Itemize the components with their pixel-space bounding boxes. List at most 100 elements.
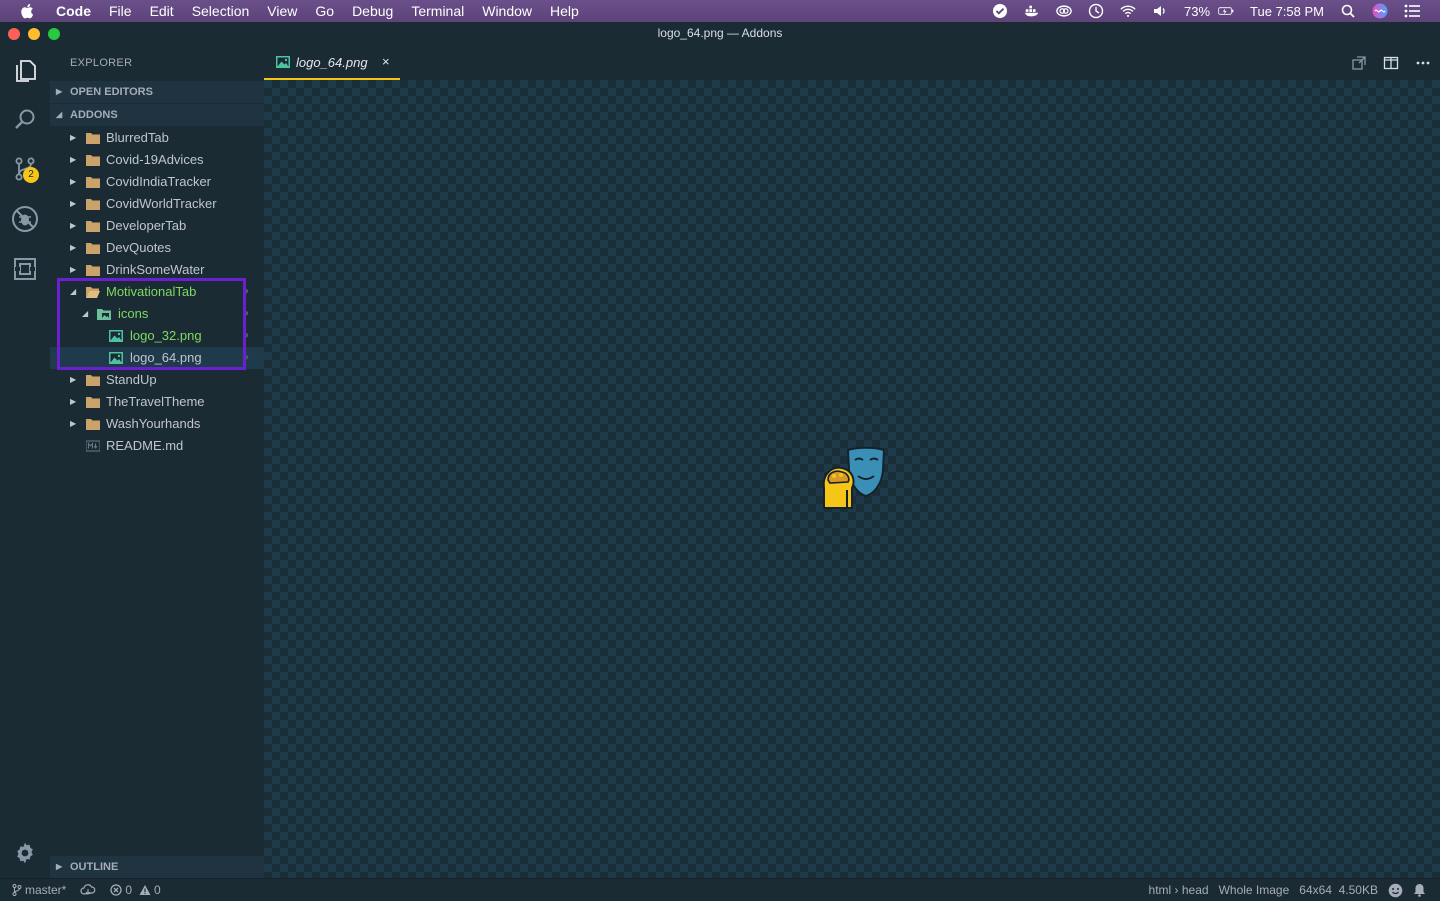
split-editor-icon bbox=[1383, 56, 1399, 70]
minimize-window-button[interactable] bbox=[28, 28, 40, 40]
checkmark-status-icon[interactable] bbox=[992, 3, 1008, 19]
tree-folder-covidindiatracker[interactable]: ▶ CovidIndiaTracker bbox=[50, 171, 264, 193]
more-actions-button[interactable] bbox=[1414, 54, 1432, 72]
zoom-window-button[interactable] bbox=[48, 28, 60, 40]
tree-item-label: StandUp bbox=[106, 372, 157, 387]
menu-help[interactable]: Help bbox=[541, 0, 588, 22]
tree-folder-devquotes[interactable]: ▶ DevQuotes bbox=[50, 237, 264, 259]
tab-logo-64[interactable]: logo_64.png × bbox=[264, 45, 400, 80]
menu-app-code[interactable]: Code bbox=[47, 0, 100, 22]
chevron-right-icon: ▶ bbox=[56, 862, 63, 871]
split-editor-button[interactable] bbox=[1382, 54, 1400, 72]
chevron-right-icon: ▶ bbox=[70, 419, 77, 428]
sync-changes-button[interactable] bbox=[80, 884, 96, 896]
tree-folder-thetraveltheme[interactable]: ▶ TheTravelTheme bbox=[50, 391, 264, 413]
open-editors-section[interactable]: ▶ OPEN EDITORS bbox=[50, 81, 264, 103]
tree-item-label: CovidIndiaTracker bbox=[106, 174, 212, 189]
ellipsis-icon bbox=[1416, 61, 1430, 65]
warning-icon bbox=[139, 885, 151, 895]
tree-folder-standup[interactable]: ▶ StandUp bbox=[50, 369, 264, 391]
volume-icon[interactable] bbox=[1152, 3, 1168, 19]
git-branch-icon bbox=[12, 884, 22, 896]
activity-explorer[interactable] bbox=[0, 47, 50, 95]
search-icon bbox=[15, 109, 35, 129]
files-icon bbox=[16, 60, 36, 82]
folder-icon bbox=[86, 155, 100, 166]
menu-selection[interactable]: Selection bbox=[183, 0, 259, 22]
activity-source-control[interactable]: 2 bbox=[0, 145, 50, 193]
siri-icon[interactable] bbox=[1372, 3, 1388, 19]
battery-percent[interactable]: 73% bbox=[1184, 4, 1210, 19]
tree-item-label: Covid-19Advices bbox=[106, 152, 204, 167]
menu-edit[interactable]: Edit bbox=[141, 0, 183, 22]
activity-debug[interactable] bbox=[0, 195, 50, 243]
image-file-icon bbox=[276, 56, 290, 68]
chevron-right-icon: ▶ bbox=[70, 133, 77, 142]
spotlight-search-icon[interactable] bbox=[1340, 3, 1356, 19]
zoom-status[interactable]: Whole Image bbox=[1219, 879, 1290, 901]
close-window-button[interactable] bbox=[8, 28, 20, 40]
wifi-icon[interactable] bbox=[1120, 3, 1136, 19]
tree-folder-blurredtab[interactable]: ▶ BlurredTab bbox=[50, 127, 264, 149]
menubar-clock[interactable]: Tue 7:58 PM bbox=[1250, 4, 1324, 19]
scm-count-badge: 2 bbox=[23, 167, 39, 183]
explorer-title: EXPLORER bbox=[70, 57, 133, 69]
activity-bar: 2 bbox=[0, 45, 51, 878]
tree-item-label: DeveloperTab bbox=[106, 218, 187, 233]
folder-icon bbox=[86, 397, 100, 408]
drama-masks-image[interactable] bbox=[820, 446, 886, 512]
activity-search[interactable] bbox=[0, 96, 50, 144]
tree-item-label: DevQuotes bbox=[106, 240, 172, 255]
tree-file-readme[interactable]: README.md bbox=[50, 435, 264, 457]
time-machine-icon[interactable] bbox=[1088, 3, 1104, 19]
tree-folder-covidworldtracker[interactable]: ▶ CovidWorldTracker bbox=[50, 193, 264, 215]
menu-window[interactable]: Window bbox=[473, 0, 541, 22]
menu-file[interactable]: File bbox=[100, 0, 141, 22]
chevron-right-icon: ▶ bbox=[70, 221, 77, 230]
explorer-sidebar: EXPLORER ▶ OPEN EDITORS ◢ ADDONS ▶ Blurr… bbox=[50, 45, 264, 878]
notification-center-icon[interactable] bbox=[1404, 3, 1420, 19]
tree-folder-covid19advices[interactable]: ▶ Covid-19Advices bbox=[50, 149, 264, 171]
macos-menubar: Code File Edit Selection View Go Debug T… bbox=[0, 0, 1440, 22]
chevron-right-icon: ▶ bbox=[70, 155, 77, 164]
apple-logo-icon[interactable] bbox=[19, 2, 37, 20]
menu-go[interactable]: Go bbox=[306, 0, 343, 22]
window-title: logo_64.png — Addons bbox=[657, 26, 783, 40]
folder-icon bbox=[86, 133, 100, 144]
breadcrumb-status[interactable]: html › head bbox=[1149, 879, 1209, 901]
compare-changes-icon bbox=[1352, 56, 1366, 70]
chevron-right-icon: ▶ bbox=[70, 397, 77, 406]
tree-folder-washyourhands[interactable]: ▶ WashYourhands bbox=[50, 413, 264, 435]
tree-item-label: WashYourhands bbox=[106, 416, 201, 431]
docker-icon[interactable] bbox=[1024, 3, 1040, 19]
tree-item-label: BlurredTab bbox=[106, 130, 169, 145]
activity-settings[interactable] bbox=[0, 829, 50, 877]
folder-icon bbox=[86, 375, 100, 386]
git-branch-status[interactable]: master* bbox=[12, 879, 66, 901]
open-changes-button[interactable] bbox=[1350, 54, 1368, 72]
outline-section[interactable]: ▶ OUTLINE bbox=[50, 856, 264, 878]
editor-actions bbox=[1350, 54, 1432, 72]
activity-extensions[interactable] bbox=[0, 245, 50, 293]
tree-folder-developertab[interactable]: ▶ DeveloperTab bbox=[50, 215, 264, 237]
menu-view[interactable]: View bbox=[258, 0, 306, 22]
markdown-file-icon bbox=[86, 440, 100, 452]
chevron-right-icon: ▶ bbox=[70, 243, 77, 252]
close-tab-button[interactable]: × bbox=[382, 54, 390, 69]
addons-root-section[interactable]: ◢ ADDONS bbox=[50, 104, 264, 126]
menu-debug[interactable]: Debug bbox=[343, 0, 402, 22]
creative-cloud-icon[interactable] bbox=[1056, 3, 1072, 19]
chevron-right-icon: ▶ bbox=[70, 199, 77, 208]
addons-root-label: ADDONS bbox=[70, 109, 118, 121]
tab-label: logo_64.png bbox=[296, 55, 368, 70]
bell-icon bbox=[1414, 884, 1425, 897]
battery-charging-icon[interactable] bbox=[1218, 3, 1234, 19]
feedback-button[interactable] bbox=[1388, 883, 1403, 898]
folder-icon bbox=[86, 221, 100, 232]
folder-icon bbox=[86, 419, 100, 430]
menu-terminal[interactable]: Terminal bbox=[402, 0, 473, 22]
problems-status[interactable]: 0 0 bbox=[110, 879, 161, 901]
window-titlebar: logo_64.png — Addons bbox=[0, 22, 1440, 46]
notifications-button[interactable] bbox=[1413, 883, 1426, 897]
image-size-status[interactable]: 64x64 4.50KB bbox=[1299, 879, 1378, 901]
